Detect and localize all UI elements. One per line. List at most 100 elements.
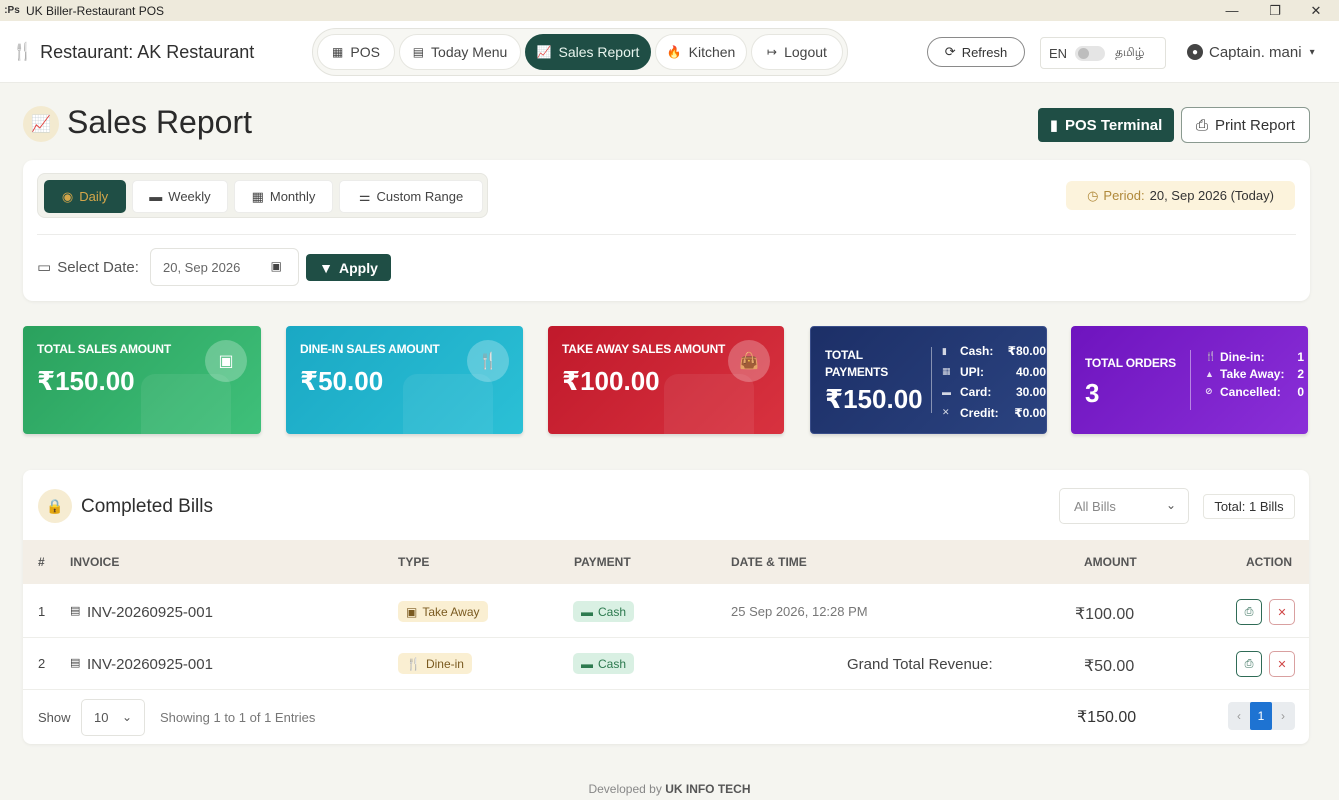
payment-row-credit: ✕ Credit: ₹0.00 (942, 403, 1046, 424)
tab-daily-label: Daily (79, 189, 109, 204)
orders-breakdown: 🍴 Dine-in: 1 ▲ Take Away: 2 ⊘ Cancelled:… (1205, 348, 1304, 401)
refresh-label: Refresh (961, 44, 1008, 60)
nav-today-menu-label: Today Menu (431, 44, 508, 60)
payment-row-card: ▬ Card: 30.00 (942, 382, 1046, 403)
nav-pos[interactable]: ▦ POS (317, 34, 395, 70)
column-header: PAYMENT (574, 555, 631, 569)
prev-page-button[interactable]: ‹ (1228, 702, 1250, 730)
cash-icon: ▮ (942, 345, 947, 356)
payment-amount: 40.00 (1015, 364, 1046, 379)
divider (37, 234, 1296, 235)
show-label: Show (38, 710, 71, 725)
language-switch[interactable]: EN தமிழ் (1040, 37, 1166, 69)
payment-label: Card: (960, 385, 992, 400)
nav-kitchen-label: Kitchen (688, 44, 736, 60)
file-icon: ▮ (1049, 117, 1058, 134)
period-tabs: ◉ Daily ▬ Weekly ▦ Monthly ⚌ Custom Rang… (37, 173, 488, 218)
payment-amount: ₹0.00 (1014, 405, 1046, 420)
calendar-picker-icon[interactable]: ▣ (271, 259, 282, 273)
lang-en-label: EN (1049, 45, 1068, 61)
pos-terminal-button[interactable]: ▮ POS Terminal (1038, 108, 1174, 142)
pos-icon: ▦ (332, 45, 344, 59)
total-sales-value: ₹150.00 (37, 366, 135, 396)
period-badge: ◷ Period: 20, Sep 2026 (Today) (1066, 181, 1295, 210)
maximize-button[interactable]: ❐ (1252, 0, 1298, 21)
take-away-sales-value: ₹100.00 (562, 366, 660, 396)
document-icon: ▤ (70, 605, 81, 617)
column-header: DATE & TIME (731, 555, 807, 569)
column-header: # (38, 555, 45, 569)
cancel-icon: ⊘ (1205, 386, 1213, 397)
orders-value: 1 (1297, 349, 1304, 364)
tab-daily[interactable]: ◉ Daily (44, 180, 126, 213)
payment-label: Credit: (960, 405, 999, 420)
cash-icon: ▬ (581, 656, 593, 671)
nav-kitchen[interactable]: 🔥 Kitchen (655, 34, 747, 70)
table-row: 2 ▤ INV-20260925-001 🍴 Dine-in ▬ Cash Gr… (23, 638, 1309, 690)
minimize-button[interactable]: — (1209, 0, 1255, 21)
calendar-week-icon: ▬ (149, 189, 163, 204)
utensils-icon: 🍴 (406, 656, 421, 671)
column-header: AMOUNT (1084, 555, 1137, 569)
divider (1190, 350, 1191, 410)
total-sales-label: TOTAL SALES AMOUNT (37, 342, 171, 356)
page-1-button[interactable]: 1 (1250, 702, 1272, 730)
nav-sales-report[interactable]: 📈 Sales Report (525, 34, 651, 70)
footer-company: UK INFO TECH (665, 782, 751, 796)
refresh-button[interactable]: ⟳ Refresh (927, 37, 1025, 67)
close-window-button[interactable]: ✕ (1293, 0, 1339, 21)
select-date-text: Select Date: (57, 258, 139, 276)
type-label: Dine-in (425, 656, 464, 671)
bills-filter-select[interactable]: All Bills ⌄ (1059, 488, 1189, 524)
delete-bill-button[interactable]: ✕ (1269, 599, 1295, 625)
delete-bill-button[interactable]: ✕ (1269, 651, 1295, 677)
print-report-label: Print Report (1214, 116, 1296, 134)
payment-badge: ▬ Cash (573, 653, 635, 674)
apply-button[interactable]: ▼ Apply (306, 254, 391, 281)
period-value: 20, Sep 2026 (Today) (1149, 188, 1274, 203)
invoice-number: INV-20260925-001 (87, 656, 213, 673)
date-input[interactable]: 20, Sep 2026 ▣ (150, 248, 299, 286)
calendar-icon: ▭ (37, 259, 52, 276)
take-away-sales-label: TAKE AWAY SALES AMOUNT (562, 342, 726, 356)
brand-name: Restaurant: AK Restaurant (40, 41, 255, 62)
tab-monthly[interactable]: ▦ Monthly (234, 180, 333, 213)
divider (931, 347, 932, 413)
grand-total-value: ₹150.00 (1077, 709, 1137, 726)
cash-icon: ▬ (581, 604, 593, 619)
total-orders-value: 3 (1085, 378, 1100, 408)
table-footer: Show 10 ⌄ Showing 1 to 1 of 1 Entries ₹1… (23, 690, 1309, 744)
page-size-select[interactable]: 10 ⌄ (81, 699, 145, 736)
print-report-button[interactable]: ⎙ Print Report (1181, 107, 1310, 143)
tab-weekly[interactable]: ▬ Weekly (132, 180, 228, 213)
entries-info: Showing 1 to 1 of 1 Entries (160, 710, 316, 725)
user-name: Captain. mani (1209, 43, 1302, 61)
utensils-icon: 🍴 (12, 42, 34, 61)
next-page-button[interactable]: › (1272, 702, 1294, 730)
section-title: Completed Bills (81, 496, 213, 517)
qr-icon: ▦ (942, 366, 951, 377)
fire-icon: 🔥 (666, 45, 682, 59)
nav-today-menu[interactable]: ▤ Today Menu (399, 34, 521, 70)
tab-custom-range[interactable]: ⚌ Custom Range (339, 180, 483, 213)
brand: 🍴 Restaurant: AK Restaurant (12, 21, 254, 83)
page-size-value: 10 (94, 710, 109, 725)
total-bills-badge: Total: 1 Bills (1203, 494, 1295, 519)
nav-logout[interactable]: ↦ Logout (751, 34, 843, 70)
shopping-bag-icon: 👜 (728, 340, 770, 382)
app-icon: :Ps (4, 5, 20, 16)
print-bill-button[interactable]: ⎙ (1236, 599, 1262, 625)
app-header: 🍴 Restaurant: AK Restaurant ▦ POS ▤ Toda… (0, 21, 1339, 83)
user-menu[interactable]: ● Captain. mani ▾ (1187, 21, 1315, 83)
select-date-label: ▭ Select Date: (37, 258, 139, 277)
printer-icon: ⎙ (1195, 116, 1208, 134)
logout-icon: ↦ (767, 45, 778, 59)
print-bill-button[interactable]: ⎙ (1236, 651, 1262, 677)
menu-icon: ▤ (412, 45, 425, 59)
wallet-icon: ▣ (205, 340, 247, 382)
table-row: 1 ▤ INV-20260925-001 ▣ Take Away ▬ Cash … (23, 586, 1309, 638)
orders-value: 0 (1297, 384, 1304, 399)
language-toggle[interactable] (1075, 45, 1106, 61)
orders-row-dine-in: 🍴 Dine-in: 1 (1205, 348, 1304, 366)
nav-logout-label: Logout (784, 44, 827, 60)
